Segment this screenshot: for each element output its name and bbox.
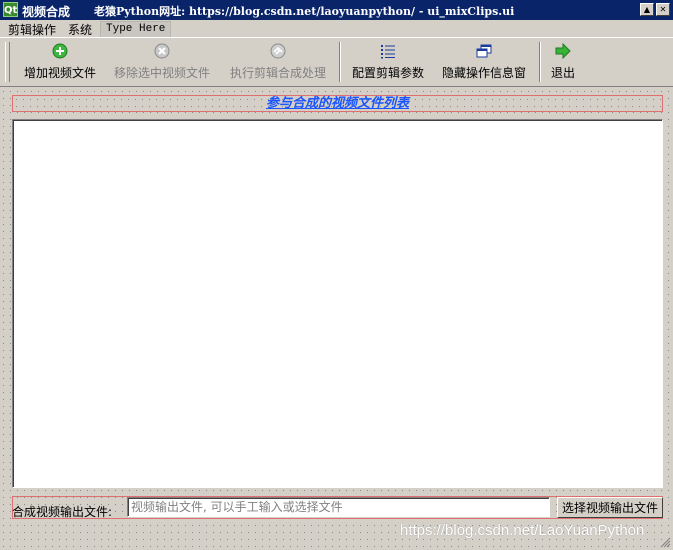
add-video-label: 增加视频文件 <box>23 66 96 80</box>
toolbar-grip[interactable] <box>5 42 10 82</box>
qt-logo-icon: Qt <box>3 2 18 17</box>
toolbar-separator <box>339 42 341 82</box>
exit-button[interactable]: 退出 <box>546 40 580 84</box>
remove-video-label: 移除选中视频文件 <box>113 66 210 80</box>
watermark: https://blog.csdn.net/LaoYuanPython <box>400 522 645 539</box>
remove-video-button[interactable]: 移除选中视频文件 <box>108 40 216 84</box>
remove-circle-icon <box>154 43 170 59</box>
right-arrow-icon <box>555 43 571 59</box>
menu-type-here[interactable]: Type Here <box>100 21 172 38</box>
list-title-frame: 参与合成的视频文件列表 <box>12 95 663 112</box>
toolbar-separator <box>539 42 541 82</box>
windows-icon <box>476 44 492 58</box>
config-params-label: 配置剪辑参数 <box>351 66 424 80</box>
window-title-detail: 老猿Python网址: https://blog.csdn.net/laoyua… <box>94 5 515 18</box>
execute-process-button[interactable]: 执行剪辑合成处理 <box>224 40 332 84</box>
output-file-input[interactable] <box>127 497 550 517</box>
config-params-button[interactable]: 配置剪辑参数 <box>346 40 430 84</box>
list-title: 参与合成的视频文件列表 <box>265 96 409 111</box>
hide-info-window-label: 隐藏操作信息窗 <box>441 66 526 80</box>
exit-label: 退出 <box>550 66 575 80</box>
execute-process-label: 执行剪辑合成处理 <box>229 66 326 80</box>
select-output-file-button[interactable]: 选择视频输出文件 <box>557 497 663 518</box>
toolbar: 增加视频文件 移除选中视频文件 执行剪辑合成处理 配置剪辑参数 隐藏操作信息窗 … <box>0 37 673 87</box>
resize-grip-icon[interactable] <box>660 537 671 548</box>
add-video-button[interactable]: 增加视频文件 <box>18 40 102 84</box>
output-file-label: 合成视频输出文件: <box>12 505 113 519</box>
minimize-button[interactable]: ▲ <box>640 3 654 16</box>
menu-system[interactable]: 系统 <box>68 21 92 38</box>
close-button[interactable]: ✕ <box>656 3 670 16</box>
process-icon <box>270 43 286 59</box>
hide-info-window-button[interactable]: 隐藏操作信息窗 <box>437 40 531 84</box>
video-file-list[interactable] <box>12 119 663 488</box>
list-icon <box>381 45 395 59</box>
plus-circle-icon <box>52 43 68 59</box>
window-title: 视频合成 <box>22 5 71 19</box>
title-bar: Qt 视频合成 老猿Python网址: https://blog.csdn.ne… <box>0 0 673 20</box>
menu-edit-ops[interactable]: 剪辑操作 <box>8 21 56 38</box>
